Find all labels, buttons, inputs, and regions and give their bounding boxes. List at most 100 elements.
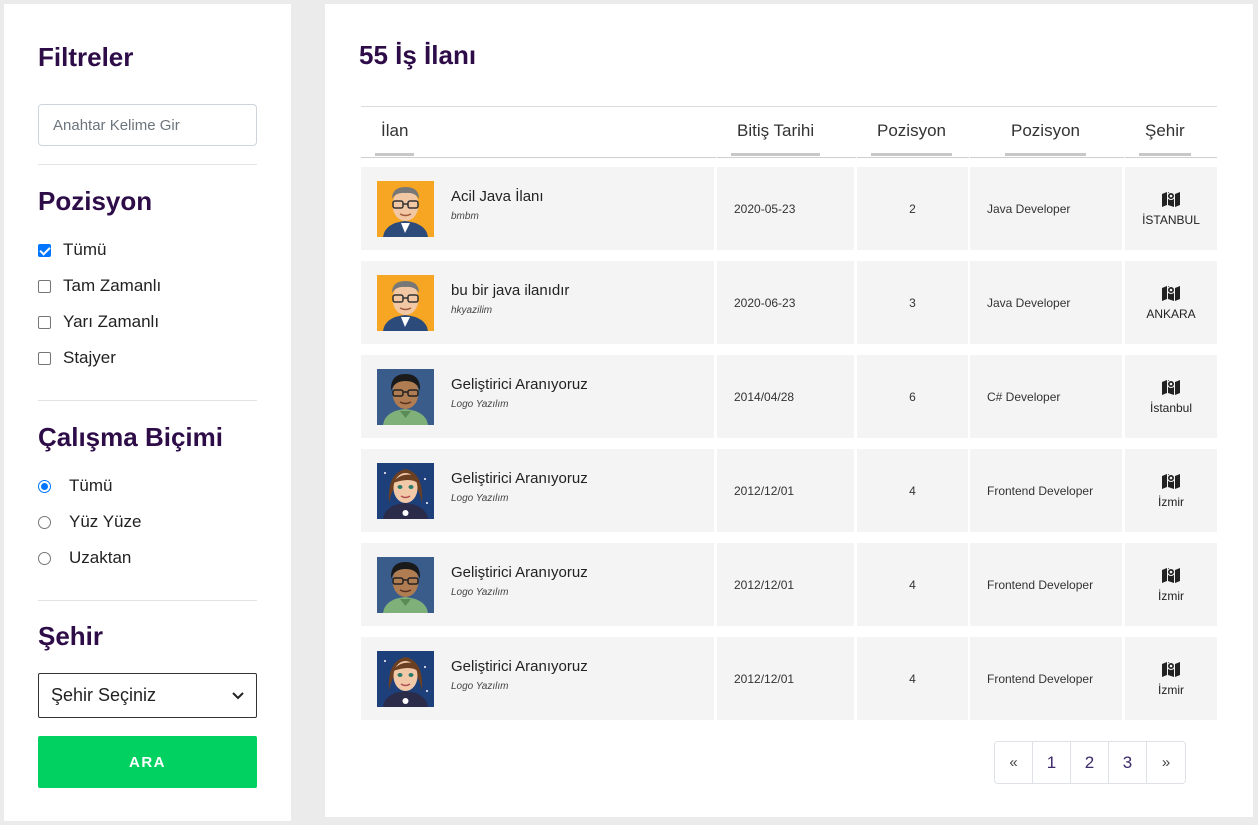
company-avatar [377,651,434,707]
company-name: hkyazilim [451,305,493,316]
map-marker-icon [1162,192,1180,207]
city-title: Şehir [38,621,104,651]
filters-title: Filtreler [38,42,134,72]
work-type-options: Tümü Yüz Yüze Uzaktan [38,468,141,576]
work-type-option-onsite[interactable]: Yüz Yüze [38,504,141,540]
city-select[interactable]: Şehir Seçiniz [38,673,257,718]
job-position: Frontend Developer [970,637,1122,720]
job-city-cell: ANKARA [1125,261,1217,344]
keyword-input[interactable] [38,104,257,146]
column-header-city[interactable]: Şehir [1139,107,1191,158]
job-row[interactable]: bu bir java ilanıdır hkyazilim 2020-06-23 3… [361,261,1217,344]
position-option-intern[interactable]: Stajyer [38,340,161,376]
job-position: Java Developer [970,167,1122,250]
divider [38,164,257,165]
job-title[interactable]: Geliştirici Aranıyoruz [451,564,588,581]
job-row[interactable]: Geliştirici Aranıyoruz Logo Yazılım 2012/1… [361,637,1217,720]
checkbox[interactable] [38,351,51,365]
city-select-value: Şehir Seçiniz [51,685,157,705]
work-type-option-remote[interactable]: Uzaktan [38,540,141,576]
chevron-down-icon [232,691,244,699]
divider [38,600,257,601]
checkbox[interactable] [38,315,51,329]
job-list: Acil Java İlanı bmbm 2020-05-23 2 Java Devel… [361,167,1217,731]
job-city-cell: İstanbul [1125,355,1217,438]
position-options: Tümü Tam Zamanlı Yarı Zamanlı Stajyer [38,232,161,376]
job-city: İzmir [1158,495,1184,509]
job-title[interactable]: Acil Java İlanı [451,188,544,205]
pagination-next[interactable]: » [1147,742,1185,783]
job-city: İzmir [1158,589,1184,603]
job-deadline: 2012/12/01 [717,449,854,532]
company-name: Logo Yazılım [451,681,509,692]
position-option-all[interactable]: Tümü [38,232,161,268]
pagination: « 1 2 3 » [994,741,1186,784]
column-header-deadline[interactable]: Bitiş Tarihi [730,107,821,158]
job-city: İSTANBUL [1142,213,1200,227]
map-marker-icon [1162,380,1180,395]
checkbox[interactable] [38,243,51,257]
position-option-full-time[interactable]: Tam Zamanlı [38,268,161,304]
job-position: Java Developer [970,261,1122,344]
company-name: Logo Yazılım [451,399,509,410]
job-position-count: 6 [857,355,968,438]
company-name: Logo Yazılım [451,587,509,598]
work-type-option-all[interactable]: Tümü [38,468,141,504]
job-row[interactable]: Geliştirici Aranıyoruz Logo Yazılım 2014/0… [361,355,1217,438]
job-row[interactable]: Acil Java İlanı bmbm 2020-05-23 2 Java Devel… [361,167,1217,250]
job-cell: Geliştirici Aranıyoruz Logo Yazılım [361,637,714,720]
radio[interactable] [38,551,51,565]
job-title[interactable]: Geliştirici Aranıyoruz [451,376,588,393]
job-position-count: 4 [857,637,968,720]
column-header-position[interactable]: Pozisyon [1005,107,1086,158]
pagination-page-1[interactable]: 1 [1033,742,1071,783]
job-position: Frontend Developer [970,543,1122,626]
job-deadline: 2012/12/01 [717,543,854,626]
job-position: Frontend Developer [970,449,1122,532]
position-title: Pozisyon [38,186,153,216]
job-deadline: 2020-05-23 [717,167,854,250]
job-title[interactable]: bu bir java ilanıdır [451,282,569,299]
map-marker-icon [1162,474,1180,489]
job-cell: Acil Java İlanı bmbm [361,167,714,250]
company-avatar [377,557,434,613]
company-avatar [377,275,434,331]
job-position-count: 3 [857,261,968,344]
job-deadline: 2014/04/28 [717,355,854,438]
job-city-cell: İSTANBUL [1125,167,1217,250]
job-cell: bu bir java ilanıdır hkyazilim [361,261,714,344]
job-row[interactable]: Geliştirici Aranıyoruz Logo Yazılım 2012/1… [361,449,1217,532]
table-header: İlan Bitiş Tarihi Pozisyon Pozisyon Şehi… [361,106,1217,158]
radio[interactable] [38,479,51,493]
job-city-cell: İzmir [1125,637,1217,720]
company-avatar [377,369,434,425]
column-header-listing[interactable]: İlan [374,107,415,158]
checkbox[interactable] [38,279,51,293]
job-city: İstanbul [1149,401,1193,415]
page-title: 55 İş İlanı [359,40,477,70]
pagination-page-3[interactable]: 3 [1109,742,1147,783]
job-position-count: 4 [857,543,968,626]
job-position-count: 2 [857,167,968,250]
map-marker-icon [1162,286,1180,301]
job-title[interactable]: Geliştirici Aranıyoruz [451,658,588,675]
job-position-count: 4 [857,449,968,532]
job-cell: Geliştirici Aranıyoruz Logo Yazılım [361,355,714,438]
company-name: Logo Yazılım [451,493,509,504]
pagination-page-2[interactable]: 2 [1071,742,1109,783]
map-marker-icon [1162,662,1180,677]
search-button[interactable]: ARA [38,736,257,788]
filter-sidebar: Filtreler Pozisyon Tümü Tam Zamanlı Yarı… [4,4,291,821]
pagination-prev[interactable]: « [995,742,1033,783]
column-header-position-count[interactable]: Pozisyon [871,107,952,158]
map-marker-icon [1162,568,1180,583]
position-option-part-time[interactable]: Yarı Zamanlı [38,304,161,340]
job-city: İzmir [1158,683,1184,697]
divider [38,400,257,401]
job-city-cell: İzmir [1125,543,1217,626]
work-type-title: Çalışma Biçimi [38,422,223,452]
job-title[interactable]: Geliştirici Aranıyoruz [451,470,588,487]
job-row[interactable]: Geliştirici Aranıyoruz Logo Yazılım 2012/1… [361,543,1217,626]
company-name: bmbm [451,211,479,222]
radio[interactable] [38,515,51,529]
